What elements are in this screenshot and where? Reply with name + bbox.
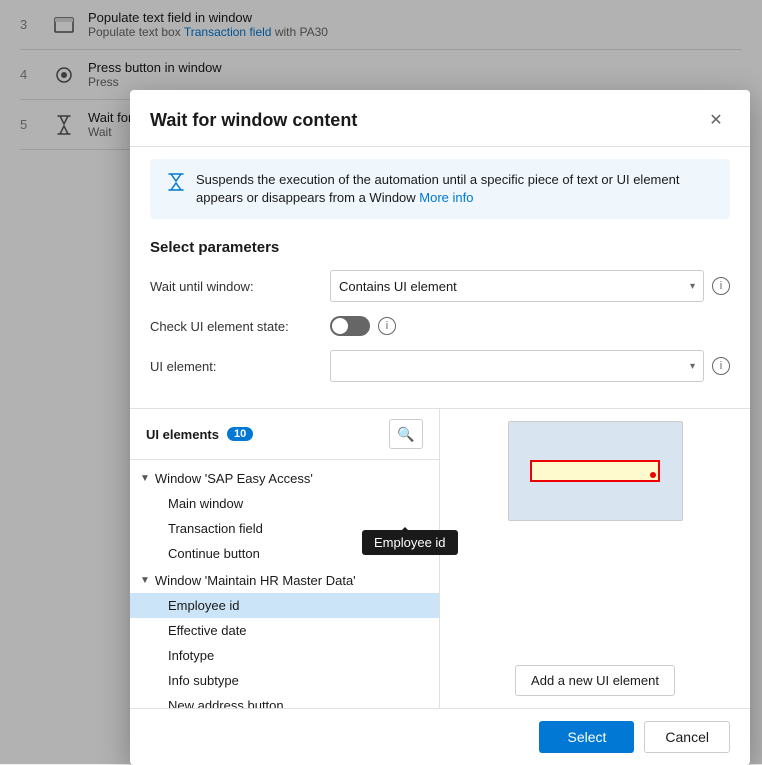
tree-item-main-window[interactable]: Main window xyxy=(130,491,439,516)
preview-input-highlight xyxy=(530,460,660,482)
ui-elements-tree: ▼ Window 'SAP Easy Access' Main window T… xyxy=(130,460,439,708)
tree-group-hr-header[interactable]: ▼ Window 'Maintain HR Master Data' xyxy=(130,568,439,593)
ui-element-label: UI element: xyxy=(150,359,320,374)
add-ui-element-button[interactable]: Add a new UI element xyxy=(515,665,675,696)
toggle-wrap xyxy=(330,316,370,336)
preview-corner xyxy=(650,472,656,478)
modal-header: Wait for window content ✕ xyxy=(130,90,750,147)
check-state-label: Check UI element state: xyxy=(150,319,320,334)
tooltip-text: Employee id xyxy=(374,535,446,550)
ui-element-control: ▾ i xyxy=(330,350,730,382)
more-info-link[interactable]: More info xyxy=(419,190,473,205)
tree-item-new-address-button[interactable]: New address button xyxy=(130,693,439,708)
ui-element-row: UI element: ▾ i xyxy=(150,350,730,382)
tree-group-sap-caret: ▼ xyxy=(140,473,150,484)
toggle-knob xyxy=(332,318,348,334)
check-state-row: Check UI element state: i xyxy=(150,316,730,336)
tree-group-hr-caret: ▼ xyxy=(140,575,150,586)
info-banner: Suspends the execution of the automation… xyxy=(150,159,730,219)
tree-item-employee-id[interactable]: Employee id xyxy=(130,593,439,618)
select-button[interactable]: Select xyxy=(539,721,634,753)
check-state-toggle[interactable] xyxy=(330,316,370,336)
ui-elements-panel: UI elements 10 🔍 ▼ Window 'SAP Easy Acce… xyxy=(130,408,750,708)
check-state-control: i xyxy=(330,316,730,336)
modal-footer: Select Cancel xyxy=(130,708,750,765)
wait-until-caret: ▾ xyxy=(690,281,695,292)
tree-item-info-subtype[interactable]: Info subtype xyxy=(130,668,439,693)
ui-element-caret: ▾ xyxy=(690,361,695,372)
tree-group-sap-label: Window 'SAP Easy Access' xyxy=(155,471,313,486)
params-section: Select parameters Wait until window: Con… xyxy=(130,231,750,408)
tree-group-sap-header[interactable]: ▼ Window 'SAP Easy Access' xyxy=(130,466,439,491)
check-state-info[interactable]: i xyxy=(378,317,396,335)
ui-element-dropdown[interactable]: ▾ xyxy=(330,350,704,382)
params-title: Select parameters xyxy=(150,239,730,256)
employee-id-tooltip: Employee id xyxy=(362,530,458,555)
info-banner-text: Suspends the execution of the automation… xyxy=(196,171,714,207)
ui-elements-count: 10 xyxy=(227,427,253,441)
modal-title: Wait for window content xyxy=(150,110,357,131)
search-button[interactable]: 🔍 xyxy=(389,419,423,449)
ui-element-info[interactable]: i xyxy=(712,357,730,375)
wait-until-row: Wait until window: Contains UI element ▾… xyxy=(150,270,730,302)
ui-elements-header: UI elements 10 🔍 xyxy=(130,409,439,460)
ui-elements-left: UI elements 10 🔍 ▼ Window 'SAP Easy Acce… xyxy=(130,409,440,708)
wait-until-dropdown[interactable]: Contains UI element ▾ xyxy=(330,270,704,302)
tree-group-hr: ▼ Window 'Maintain HR Master Data' Emplo… xyxy=(130,568,439,708)
tree-item-effective-date[interactable]: Effective date xyxy=(130,618,439,643)
ui-elements-label: UI elements xyxy=(146,427,219,442)
wait-until-value: Contains UI element xyxy=(339,279,457,294)
tree-group-hr-label: Window 'Maintain HR Master Data' xyxy=(155,573,356,588)
wait-for-window-modal: Wait for window content ✕ Suspends the e… xyxy=(130,90,750,765)
wait-until-control: Contains UI element ▾ i xyxy=(330,270,730,302)
element-preview xyxy=(508,421,683,521)
cancel-button[interactable]: Cancel xyxy=(644,721,730,753)
ui-elements-right: Add a new UI element xyxy=(440,409,750,708)
wait-until-info[interactable]: i xyxy=(712,277,730,295)
wait-until-label: Wait until window: xyxy=(150,279,320,294)
tree-item-infotype[interactable]: Infotype xyxy=(130,643,439,668)
close-button[interactable]: ✕ xyxy=(702,106,730,134)
hourglass-info-icon xyxy=(166,172,186,192)
